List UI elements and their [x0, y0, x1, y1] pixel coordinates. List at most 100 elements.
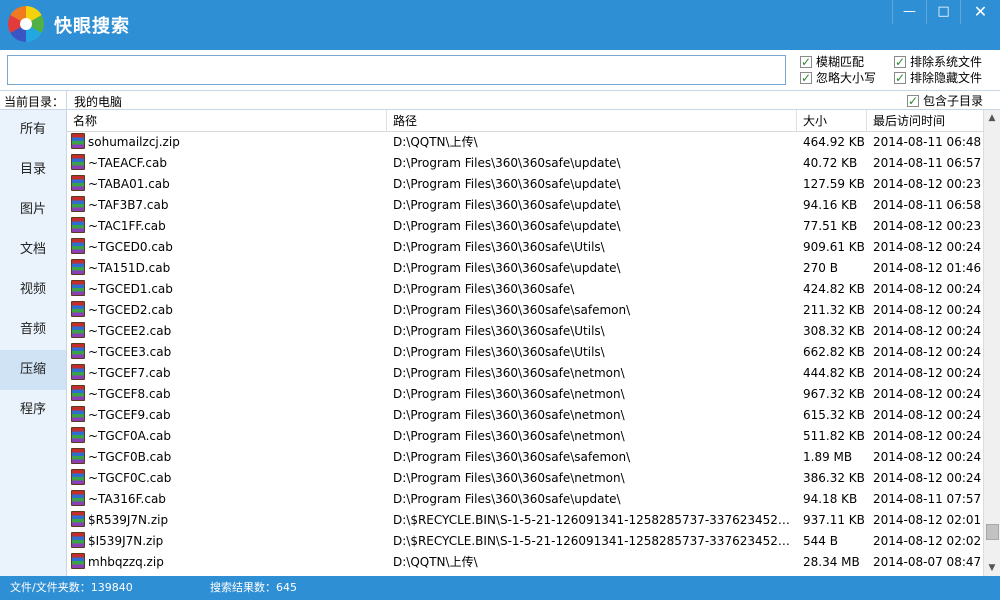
table-row[interactable]: ~TGCED0.cab D:\Program Files\360\360safe\…: [67, 237, 983, 258]
sidebar-item-programs[interactable]: 程序: [0, 390, 66, 430]
table-row[interactable]: ~TGCEE3.cab D:\Program Files\360\360safe\…: [67, 342, 983, 363]
cell-last-access: 2014-08-12 00:24: [873, 303, 982, 317]
table-row[interactable]: ~TAC1FF.cab D:\Program Files\360\360safe\…: [67, 216, 983, 237]
column-header-name[interactable]: 名称: [67, 110, 387, 132]
column-header-path[interactable]: 路径: [387, 110, 797, 132]
table-row[interactable]: mhbqzzq.zip D:\QQTN\上传\ 28.34 MB 2014-08-07…: [67, 552, 983, 573]
exclude-hidden-checkbox[interactable]: [894, 70, 906, 86]
directory-divider: [66, 91, 67, 109]
archive-file-icon: [71, 553, 85, 569]
file-name: ~TGCEE3.cab: [88, 345, 172, 359]
table-row[interactable]: ~TGCF0A.cab D:\Program Files\360\360safe\…: [67, 426, 983, 447]
table-row[interactable]: ~TGCED1.cab D:\Program Files\360\360safe\…: [67, 279, 983, 300]
file-name: ~TA316F.cab: [88, 492, 166, 506]
table-row[interactable]: ~TGCED2.cab D:\Program Files\360\360safe\…: [67, 300, 983, 321]
cell-size: 211.32 KB: [803, 303, 865, 317]
table-row[interactable]: ~TGCEF7.cab D:\Program Files\360\360safe\…: [67, 363, 983, 384]
cell-path: D:\QQTN\上传\: [393, 135, 478, 149]
exclude-hidden-label: 排除隐藏文件: [910, 71, 983, 85]
archive-file-icon: [71, 490, 85, 506]
scroll-thumb[interactable]: [986, 524, 999, 540]
vertical-scrollbar[interactable]: ▲ ▼: [983, 110, 1000, 576]
archive-file-icon: [71, 343, 85, 359]
table-row[interactable]: ~TA316F.cab D:\Program Files\360\360safe\…: [67, 489, 983, 510]
table-row[interactable]: ~TGCEF9.cab D:\Program Files\360\360safe\…: [67, 405, 983, 426]
cell-path: D:\QQTN\上传\: [393, 555, 478, 569]
cell-path: D:\Program Files\360\360safe\netmon\: [393, 387, 625, 401]
exclude-hidden-option[interactable]: 排除隐藏文件: [894, 70, 982, 86]
sidebar-item-directory[interactable]: 目录: [0, 150, 66, 190]
sidebar-item-images[interactable]: 图片: [0, 190, 66, 230]
result-count-status: 搜索结果数：645: [210, 581, 297, 594]
sidebar-item-documents[interactable]: 文档: [0, 230, 66, 270]
archive-file-icon: [71, 511, 85, 527]
scroll-down-icon[interactable]: ▼: [984, 560, 1000, 576]
cell-last-access: 2014-08-12 01:46: [873, 261, 982, 275]
cell-size: 662.82 KB: [803, 345, 865, 359]
current-directory-value[interactable]: 我的电脑: [74, 93, 122, 110]
ignore-case-option[interactable]: 忽略大小写: [800, 70, 876, 86]
sidebar-item-all[interactable]: 所有: [0, 110, 66, 150]
search-input[interactable]: [7, 55, 786, 85]
table-row[interactable]: ~TA151D.cab D:\Program Files\360\360safe\…: [67, 258, 983, 279]
cell-size: 94.16 KB: [803, 198, 858, 212]
cell-path: D:\Program Files\360\360safe\netmon\: [393, 366, 625, 380]
close-button[interactable]: ✕: [960, 0, 1000, 24]
cell-path: D:\$RECYCLE.BIN\S-1-5-21-126091341-12582…: [393, 534, 795, 548]
file-name: ~TAC1FF.cab: [88, 219, 166, 233]
fuzzy-match-option[interactable]: 模糊匹配: [800, 54, 864, 70]
archive-file-icon: [71, 364, 85, 380]
exclude-system-checkbox[interactable]: [894, 54, 906, 70]
table-row[interactable]: ~TGCF0B.cab D:\Program Files\360\360safe\…: [67, 447, 983, 468]
cell-path: D:\$RECYCLE.BIN\S-1-5-21-126091341-12582…: [393, 513, 795, 527]
table-row[interactable]: ~TGCEE2.cab D:\Program Files\360\360safe\…: [67, 321, 983, 342]
include-subdirs-option[interactable]: 包含子目录: [907, 93, 983, 109]
file-name: ~TAEACF.cab: [88, 156, 167, 170]
minimize-button[interactable]: —: [892, 0, 926, 24]
scroll-up-icon[interactable]: ▲: [984, 110, 1000, 126]
archive-file-icon: [71, 133, 85, 149]
cell-last-access: 2014-08-12 00:24: [873, 450, 982, 464]
cell-last-access: 2014-08-11 06:57: [873, 156, 982, 170]
file-name: ~TGCEF7.cab: [88, 366, 171, 380]
sidebar-item-audio[interactable]: 音频: [0, 310, 66, 350]
column-header-last-access[interactable]: 最后访问时间: [867, 110, 983, 132]
exclude-system-option[interactable]: 排除系统文件: [894, 54, 982, 70]
file-name: $R539J7N.zip: [88, 513, 169, 527]
table-row[interactable]: $I539J7N.zip D:\$RECYCLE.BIN\S-1-5-21-126…: [67, 531, 983, 552]
table-row[interactable]: ~TGCEF8.cab D:\Program Files\360\360safe\…: [67, 384, 983, 405]
sidebar-item-archives[interactable]: 压缩: [0, 350, 66, 390]
ignore-case-checkbox[interactable]: [800, 70, 812, 86]
table-row[interactable]: ~TGCF0C.cab D:\Program Files\360\360safe\…: [67, 468, 983, 489]
cell-name: ~TGCF0A.cab: [71, 426, 387, 447]
include-subdirs-checkbox[interactable]: [907, 93, 919, 109]
table-row[interactable]: $R539J7N.zip D:\$RECYCLE.BIN\S-1-5-21-126…: [67, 510, 983, 531]
cell-path: D:\Program Files\360\360safe\: [393, 282, 575, 296]
cell-name: ~TA316F.cab: [71, 489, 387, 510]
archive-file-icon: [71, 448, 85, 464]
table-row[interactable]: sohumailzcj.zip D:\QQTN\上传\ 464.92 KB 2014-…: [67, 132, 983, 153]
cell-name: $R539J7N.zip: [71, 510, 387, 531]
cell-name: ~TGCF0B.cab: [71, 447, 387, 468]
cell-last-access: 2014-08-12 00:24: [873, 345, 982, 359]
cell-path: D:\Program Files\360\360safe\update\: [393, 177, 621, 191]
status-bar: 文件/文件夹数：139840 搜索结果数：645: [0, 576, 1000, 600]
cell-last-access: 2014-08-12 00:24: [873, 366, 982, 380]
archive-file-icon: [71, 427, 85, 443]
maximize-button[interactable]: □: [926, 0, 960, 24]
fuzzy-match-checkbox[interactable]: [800, 54, 812, 70]
table-row[interactable]: ~TAEACF.cab D:\Program Files\360\360safe\…: [67, 153, 983, 174]
cell-name: mhbqzzq.zip: [71, 552, 387, 573]
file-name: ~TGCEF8.cab: [88, 387, 171, 401]
app-title: 快眼搜索: [54, 16, 130, 37]
current-directory-label: 当前目录：: [4, 95, 65, 109]
table-row[interactable]: ~TAF3B7.cab D:\Program Files\360\360safe\…: [67, 195, 983, 216]
file-name: ~TGCED0.cab: [88, 240, 173, 254]
fuzzy-match-label: 模糊匹配: [816, 55, 865, 69]
sidebar-item-video[interactable]: 视频: [0, 270, 66, 310]
column-header-size[interactable]: 大小: [797, 110, 867, 132]
cell-path: D:\Program Files\360\360safe\update\: [393, 219, 621, 233]
table-row[interactable]: ~TABA01.cab D:\Program Files\360\360safe\…: [67, 174, 983, 195]
archive-file-icon: [71, 385, 85, 401]
file-name: ~TGCF0B.cab: [88, 450, 172, 464]
